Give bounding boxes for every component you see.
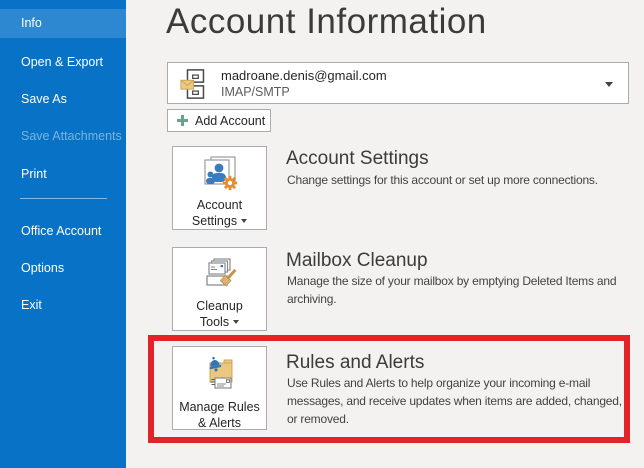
account-settings-heading: Account Settings <box>286 147 429 171</box>
sidebar-item-exit[interactable]: Exit <box>0 292 126 318</box>
account-selector-dropdown[interactable]: madroane.denis@gmail.com IMAP/SMTP <box>167 62 629 104</box>
backstage-sidebar: Info Open & Export Save As Save Attachme… <box>0 0 126 468</box>
rules-alerts-description: Use Rules and Alerts to help organize yo… <box>287 374 622 428</box>
cleanup-tools-button-label-line1: Cleanup <box>196 298 243 314</box>
sidebar-item-print[interactable]: Print <box>0 161 126 187</box>
sidebar-item-info[interactable]: Info <box>0 9 126 38</box>
manage-rules-alerts-button[interactable]: Manage Rules & Alerts <box>172 346 267 430</box>
chevron-down-icon <box>233 320 239 324</box>
sidebar-item-options[interactable]: Options <box>0 255 126 281</box>
mailbox-cleanup-description: Manage the size of your mailbox by empty… <box>287 272 616 308</box>
sidebar-divider <box>20 198 107 199</box>
account-email: madroane.denis@gmail.com <box>221 68 387 83</box>
folder-bell-envelope-icon <box>201 356 239 399</box>
chevron-down-icon <box>241 219 247 223</box>
account-settings-button[interactable]: Account Settings <box>172 146 267 230</box>
account-protocol: IMAP/SMTP <box>221 85 290 99</box>
sidebar-item-save-attachments: Save Attachments <box>0 123 126 149</box>
manage-rules-button-label-line2: & Alerts <box>198 415 241 431</box>
account-settings-button-label-line2: Settings <box>192 214 237 228</box>
envelopes-broom-icon <box>201 257 239 298</box>
add-account-label: Add Account <box>195 114 265 128</box>
sidebar-item-office-account[interactable]: Office Account <box>0 218 126 244</box>
mailbox-cleanup-heading: Mailbox Cleanup <box>286 249 428 273</box>
cleanup-tools-button-label-line2: Tools <box>200 315 229 329</box>
add-account-button[interactable]: Add Account <box>167 109 271 132</box>
cleanup-tools-button[interactable]: Cleanup Tools <box>172 247 267 331</box>
sidebar-item-save-as[interactable]: Save As <box>0 86 126 112</box>
dropdown-arrow-icon[interactable] <box>605 82 613 87</box>
file-cabinet-envelope-icon <box>179 68 211 105</box>
sidebar-item-open-export[interactable]: Open & Export <box>0 49 126 75</box>
manage-rules-button-label-line1: Manage Rules <box>179 399 260 415</box>
plus-icon <box>176 114 189 127</box>
account-settings-description: Change settings for this account or set … <box>287 171 598 189</box>
people-gear-icon <box>201 156 239 197</box>
account-settings-button-label-line1: Account <box>197 197 242 213</box>
outlook-backstage-info-view: Info Open & Export Save As Save Attachme… <box>0 0 644 468</box>
rules-alerts-heading: Rules and Alerts <box>286 351 424 375</box>
page-title: Account Information <box>166 2 487 42</box>
